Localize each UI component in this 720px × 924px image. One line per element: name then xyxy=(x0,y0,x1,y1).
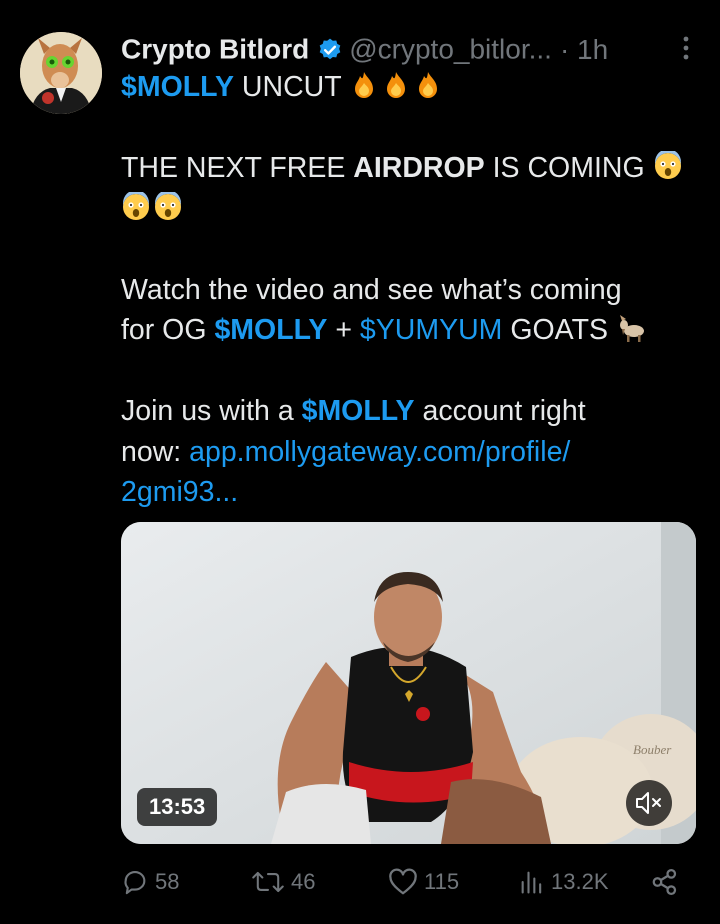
tweet-card[interactable]: Crypto Bitlord @crypto_bitlor... · 1h $MO… xyxy=(0,0,720,924)
tweet-text-span: + xyxy=(327,314,360,346)
profile-link[interactable]: app.mollygateway.com/profile/ xyxy=(189,436,570,468)
goat-emoji-icon xyxy=(619,315,644,342)
reply-icon xyxy=(124,871,146,895)
tweet-text-span: UNCUT xyxy=(233,71,350,103)
cashtag-link[interactable]: $MOLLY xyxy=(121,71,234,103)
tweet-line: Join us with a $MOLLY account right xyxy=(121,391,701,432)
tweet-header: Crypto Bitlord @crypto_bitlor... · 1h xyxy=(121,28,701,68)
share-icon xyxy=(652,869,677,895)
view-count: 13.2K xyxy=(551,869,609,894)
tweet-line: THE NEXT FREE AIRDROP IS COMING xyxy=(121,148,701,189)
tweet-text-span: Watch the video and see what’s coming xyxy=(121,273,622,306)
like-count: 115 xyxy=(424,869,460,894)
cashtag-link[interactable]: $YUMYUM xyxy=(360,314,503,346)
verified-badge-icon xyxy=(319,38,341,59)
action-bar: 58 46 115 13.2K xyxy=(121,862,696,902)
tweet-line: $MOLLY UNCUT xyxy=(121,67,701,108)
cashtag-link[interactable]: $MOLLY xyxy=(214,314,327,346)
tweet-line: Watch the video and see what’s coming xyxy=(121,270,701,311)
fire-emoji-icon xyxy=(419,72,438,98)
tweet-text-span: GOATS xyxy=(502,314,616,346)
avatar[interactable] xyxy=(20,32,102,114)
more-options-icon[interactable] xyxy=(671,28,701,68)
scream-emoji-icon xyxy=(155,191,181,220)
video-player[interactable]: Bouber 13:53 xyxy=(121,522,696,844)
tweet-line: now: app.mollygateway.com/profile/ xyxy=(121,432,701,473)
video-duration: 13:53 xyxy=(137,788,218,826)
like-button[interactable]: 115 xyxy=(388,862,459,902)
reply-button[interactable]: 58 xyxy=(121,862,179,902)
views-button[interactable]: 13.2K xyxy=(519,862,609,902)
repost-button[interactable]: 46 xyxy=(251,862,315,902)
tweet-text: $MOLLY UNCUT THE NEXT FREE AIRDROP IS CO… xyxy=(121,67,701,513)
fire-emoji-icon xyxy=(387,72,406,98)
scream-emoji-icon xyxy=(654,151,681,179)
heart-icon xyxy=(389,868,417,895)
goat-avatar-icon xyxy=(20,32,102,114)
tweet-text-span: account right xyxy=(414,395,586,427)
repost-icon xyxy=(252,871,284,893)
tweet-line xyxy=(121,189,701,230)
tweet-line: for OG $MOLLY + $YUMYUM GOATS xyxy=(121,310,701,351)
fire-emoji-icon xyxy=(355,72,374,98)
ball-brand-text: Bouber xyxy=(633,742,672,757)
tweet-text-span: THE NEXT FREE xyxy=(121,152,354,184)
tweet-text-span: Join us with a xyxy=(121,395,302,427)
profile-link[interactable]: 2gmi93... xyxy=(121,476,238,508)
author-name[interactable]: Crypto Bitlord xyxy=(121,34,309,65)
speaker-muted-icon xyxy=(636,792,661,814)
tweet-time[interactable]: · 1h xyxy=(560,34,608,65)
share-button[interactable] xyxy=(650,862,680,902)
tweet-text-span: IS COMING xyxy=(484,152,653,184)
mute-button[interactable] xyxy=(626,780,672,826)
cashtag-link[interactable]: $MOLLY xyxy=(302,395,415,427)
scream-emoji-icon xyxy=(123,191,149,220)
analytics-icon xyxy=(521,871,542,894)
reply-count: 58 xyxy=(155,869,180,894)
tweet-text-span: for OG xyxy=(121,314,215,346)
tweet-text-span: now: xyxy=(121,435,190,468)
author-handle[interactable]: @crypto_bitlor... xyxy=(349,34,552,65)
tweet-text-span: AIRDROP xyxy=(353,152,485,184)
repost-count: 46 xyxy=(291,869,316,894)
tweet-line: 2gmi93... xyxy=(121,472,701,513)
